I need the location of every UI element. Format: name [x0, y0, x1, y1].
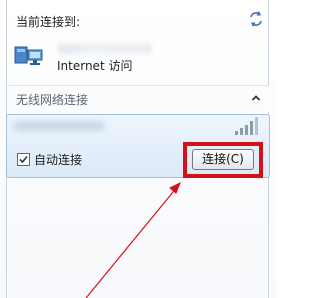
internet-access-label: Internet 访问	[57, 59, 133, 73]
network-flyout-panel: 当前连接到: Internet 访问 无线网络连接 自动连接 连接(C)	[0, 0, 276, 298]
current-connection-title: 当前连接到:	[16, 15, 81, 29]
checkmark-icon	[19, 155, 28, 164]
wireless-section-header[interactable]: 无线网络连接	[7, 85, 269, 112]
refresh-icon[interactable]	[246, 9, 266, 29]
connection-name-redacted	[58, 43, 152, 54]
signal-strength-icon	[235, 117, 258, 135]
wifi-name-redacted	[13, 121, 105, 131]
chevron-up-icon[interactable]	[250, 92, 262, 104]
network-icon	[14, 46, 43, 65]
auto-connect-checkbox[interactable]	[17, 153, 30, 166]
connect-button[interactable]: 连接(C)	[192, 149, 254, 170]
auto-connect-label: 自动连接	[34, 153, 83, 167]
wireless-section-label: 无线网络连接	[16, 93, 89, 107]
